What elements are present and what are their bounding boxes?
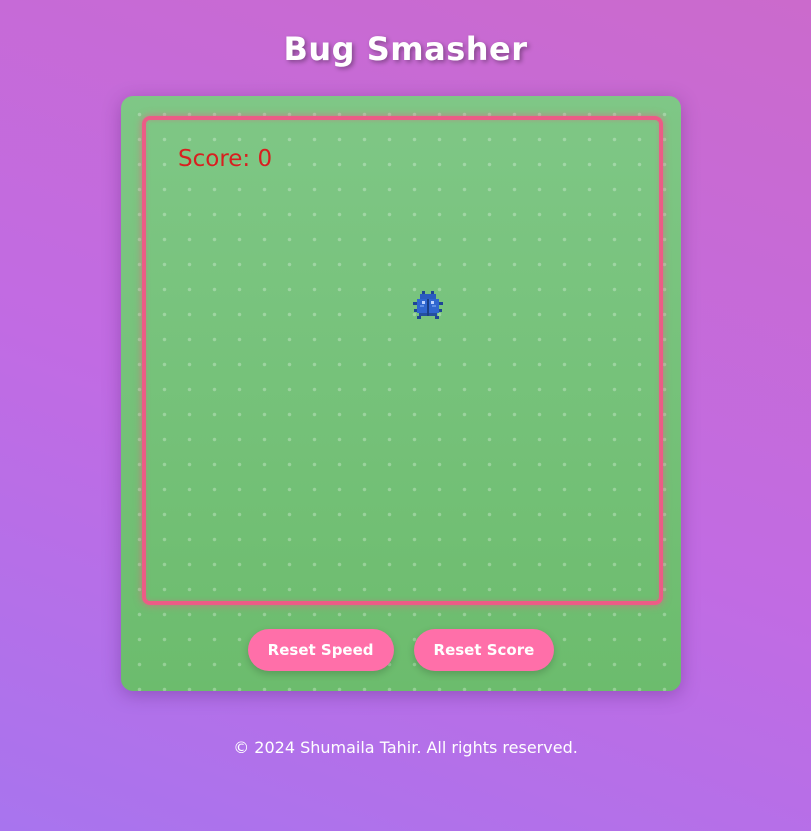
reset-score-button[interactable]: Reset Score bbox=[413, 629, 555, 671]
page-title: Bug Smasher bbox=[283, 30, 528, 68]
game-arena[interactable]: Score: 0 bbox=[142, 116, 663, 605]
footer-copyright: © 2024 Shumaila Tahir. All rights reserv… bbox=[233, 738, 578, 757]
reset-speed-button[interactable]: Reset Speed bbox=[247, 629, 394, 671]
controls-bar: Reset Speed Reset Score bbox=[121, 629, 681, 671]
game-board: Score: 0 Reset Speed Reset Score bbox=[121, 96, 681, 691]
score-display: Score: 0 bbox=[178, 146, 273, 172]
bug-sprite-icon[interactable] bbox=[411, 288, 445, 322]
